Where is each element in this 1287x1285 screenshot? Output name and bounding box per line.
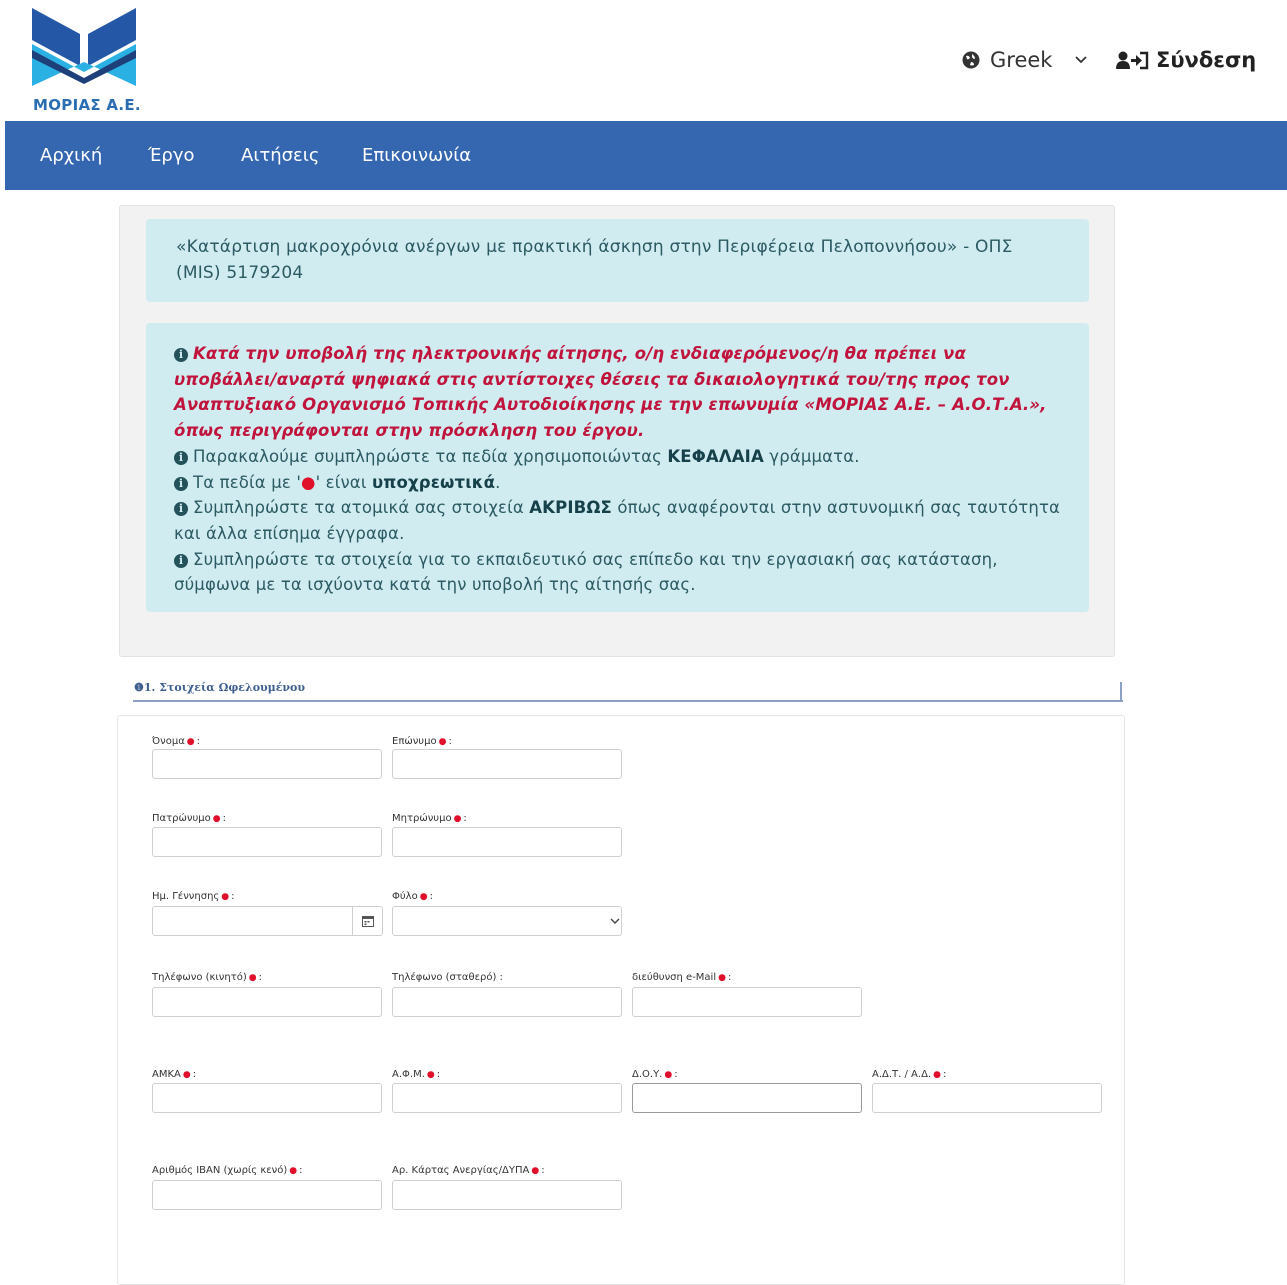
info-icon: i — [174, 476, 188, 491]
first-name-input[interactable] — [152, 749, 382, 779]
adt-input[interactable] — [872, 1083, 1102, 1113]
iban-label: Αριθμός ΙΒΑΝ (χωρίς κενό) ●: — [152, 1165, 303, 1176]
father-name-label: Πατρώνυμο ●: — [152, 813, 226, 824]
required-instruction: i Τα πεδία με '●' είναι υποχρεωτικά. — [174, 470, 1061, 496]
mobile-input[interactable] — [152, 987, 382, 1017]
language-selector[interactable]: Greek — [962, 48, 1088, 72]
calendar-icon — [361, 916, 374, 927]
gender-label: Φύλο ●: — [392, 891, 433, 902]
exact-instruction: i Συμπληρώστε τα ατομικά σας στοιχεία ΑΚΡ… — [174, 495, 1061, 521]
birth-date-label: Ημ. Γέννησης ●: — [152, 891, 235, 902]
birth-date-input[interactable] — [152, 906, 353, 936]
edu-instruction: i Συμπληρώστε τα στοιχεία για το εκπαιδευ… — [174, 547, 1061, 573]
warning-line: υποβάλλει/αναρτά ψηφιακά στις αντίστοιχε… — [174, 369, 1010, 389]
father-name-input[interactable] — [152, 827, 382, 857]
first-name-label: Όνομα ●: — [152, 736, 201, 747]
info-icon: i — [174, 502, 188, 517]
warning-line: Αναπτυξιακό Οργανισμό Τοπικής Αυτοδιοίκη… — [174, 395, 1047, 415]
mother-name-input[interactable] — [392, 827, 622, 857]
section-divider — [133, 700, 1123, 702]
chevron-down-icon — [610, 918, 620, 924]
language-label: Greek — [990, 48, 1053, 72]
doy-input[interactable] — [632, 1083, 862, 1113]
amka-input[interactable] — [152, 1083, 382, 1113]
caps-instruction: i Παρακαλούμε συμπληρώστε τα πεδία χρησιμ… — [174, 444, 1061, 470]
section-title: ❶1. Στοιχεία Ωφελουμένου — [134, 681, 306, 694]
login-button[interactable]: Σύνδεση — [1116, 48, 1256, 72]
user-login-icon — [1116, 51, 1149, 70]
mobile-label: Τηλέφωνο (κινητό) ●: — [152, 972, 262, 983]
afm-input[interactable] — [392, 1083, 622, 1113]
brand-name: ΜΟΡΙΑΣ Α.Ε. — [33, 96, 141, 114]
last-name-input[interactable] — [392, 749, 622, 779]
project-title-alert: «Κατάρτιση μακροχρόνια ανέργων με πρακτι… — [146, 219, 1089, 302]
gender-select[interactable] — [392, 906, 622, 936]
main-nav: Αρχική Έργο Αιτήσεις Επικοινωνία — [5, 121, 1287, 190]
adt-label: Α.Δ.Τ. / Α.Δ. ●: — [872, 1069, 947, 1080]
edu-instruction-cont: σύμφωνα με τα ισχύοντα κατά την υποβολή … — [174, 575, 696, 595]
landline-label: Τηλέφωνο (σταθερό) : — [392, 972, 503, 983]
mother-name-label: Μητρώνυμο ●: — [392, 813, 467, 824]
nav-item-home[interactable]: Αρχική — [40, 145, 102, 166]
required-dot-icon: ● — [301, 472, 316, 492]
project-title: «Κατάρτιση μακροχρόνια ανέργων με πρακτι… — [176, 237, 1013, 283]
login-label: Σύνδεση — [1156, 48, 1257, 72]
doy-label: Δ.Ο.Υ. ●: — [632, 1069, 678, 1080]
amka-label: ΑΜΚΑ ●: — [152, 1069, 197, 1080]
exact-instruction-cont: και άλλα επίσημα έγγραφα. — [174, 523, 405, 543]
chevron-down-icon — [1075, 56, 1088, 64]
calendar-button[interactable] — [352, 906, 383, 936]
nav-item-contact[interactable]: Επικοινωνία — [362, 145, 471, 166]
section-divider-cap — [1120, 682, 1122, 702]
email-label: διεύθυνση e-Mail ●: — [632, 972, 732, 983]
unemployment-card-label: Αρ. Κάρτας Ανεργίας/ΔΥΠΑ ●: — [392, 1165, 545, 1176]
info-icon: ❶ — [134, 681, 144, 694]
info-icon: i — [174, 348, 188, 362]
afm-label: Α.Φ.Μ. ●: — [392, 1069, 441, 1080]
globe-icon — [962, 51, 980, 69]
warning-line: όπως περιγράφονται στην πρόσκληση του έρ… — [174, 421, 645, 441]
warning-line: i Κατά την υποβολή της ηλεκτρονικής αίτησ… — [174, 341, 1061, 367]
nav-item-project[interactable]: Έργο — [148, 145, 195, 166]
unemployment-card-input[interactable] — [392, 1180, 622, 1210]
iban-input[interactable] — [152, 1180, 382, 1210]
landline-input[interactable] — [392, 987, 622, 1017]
info-icon: i — [174, 553, 188, 568]
nav-item-applications[interactable]: Αιτήσεις — [241, 145, 319, 166]
last-name-label: Επώνυμο ●: — [392, 736, 452, 747]
email-input[interactable] — [632, 987, 862, 1017]
info-icon: i — [174, 450, 188, 465]
instructions-alert: i Κατά την υποβολή της ηλεκτρονικής αίτησ… — [146, 323, 1089, 612]
